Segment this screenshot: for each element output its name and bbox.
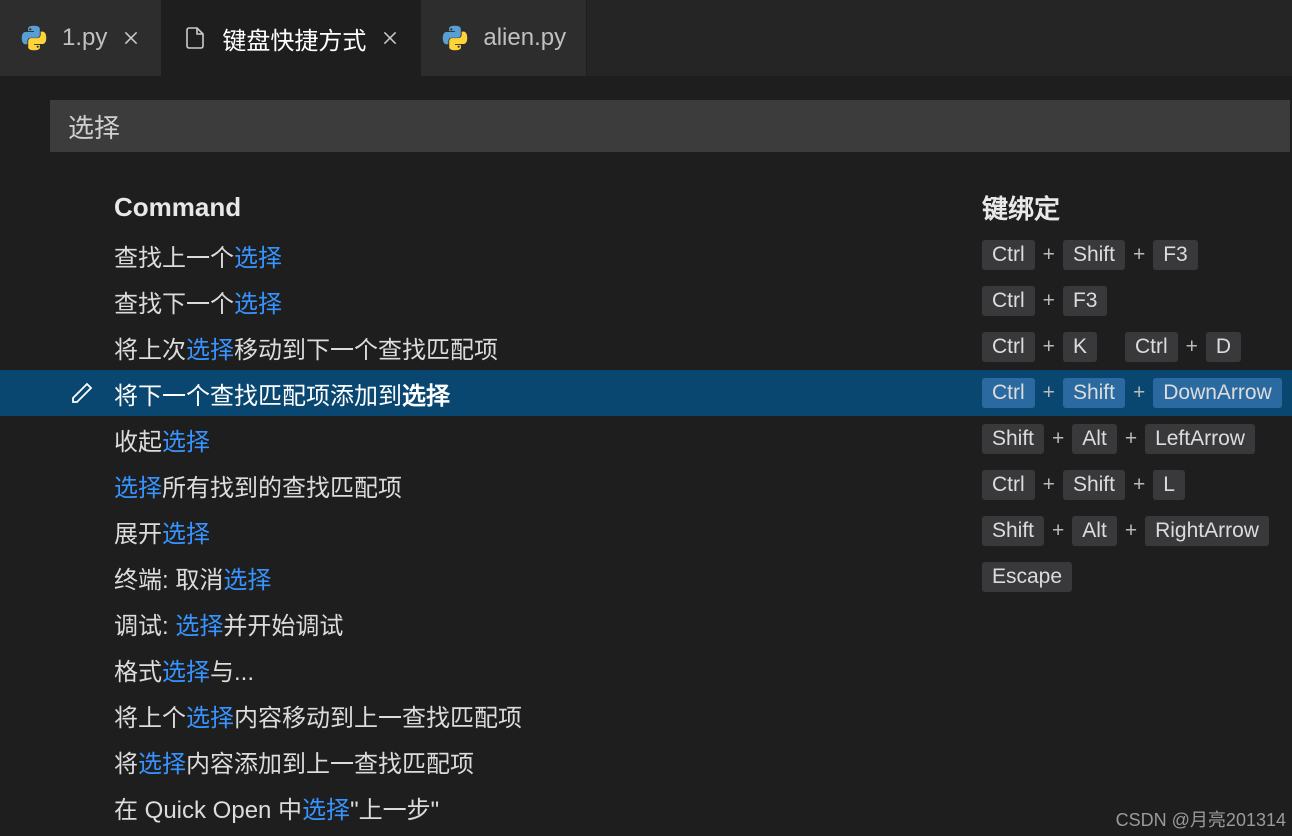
keybinding-search-input[interactable]: 选择 xyxy=(50,100,1290,152)
keybinding-row[interactable]: 终端: 取消选择Escape xyxy=(50,554,1292,600)
key-D: D xyxy=(1206,332,1241,362)
header-command: Command xyxy=(114,192,982,223)
tab-label: 1.py xyxy=(62,24,107,52)
key-F3: F3 xyxy=(1153,240,1198,270)
key-Ctrl: Ctrl xyxy=(982,378,1035,408)
keybinding-row[interactable]: 展开选择Shift+Alt+RightArrow xyxy=(50,508,1292,554)
key-Ctrl: Ctrl xyxy=(982,286,1035,316)
file-icon xyxy=(182,25,208,51)
key-Shift: Shift xyxy=(1063,470,1125,500)
search-container: 选择 xyxy=(0,76,1292,152)
command-label: 调试: 选择并开始调试 xyxy=(114,606,982,641)
command-label: 查找上一个选择 xyxy=(114,238,982,273)
key-L: L xyxy=(1153,470,1185,500)
key-DownArrow: DownArrow xyxy=(1153,378,1282,408)
keybinding-row[interactable]: 在 Quick Open 中选择"上一步" xyxy=(50,784,1292,830)
command-label: 将上次选择移动到下一个查找匹配项 xyxy=(114,330,982,365)
keybinding-row[interactable]: 将上次选择移动到下一个查找匹配项Ctrl+KCtrl+D xyxy=(50,324,1292,370)
command-label: 选择所有找到的查找匹配项 xyxy=(114,468,982,503)
key-Alt: Alt xyxy=(1072,424,1117,454)
python-icon xyxy=(441,24,469,52)
watermark: CSDN @月亮201314 xyxy=(1116,806,1286,832)
edit-icon[interactable] xyxy=(50,381,114,405)
tab-label: 键盘快捷方式 xyxy=(222,21,366,56)
command-label: 收起选择 xyxy=(114,422,982,457)
key-F3: F3 xyxy=(1063,286,1108,316)
keybinding-row[interactable]: 将上个选择内容移动到上一查找匹配项 xyxy=(50,692,1292,738)
key-Ctrl: Ctrl xyxy=(1125,332,1178,362)
tab-键盘快捷方式[interactable]: 键盘快捷方式 xyxy=(162,0,421,76)
command-label: 展开选择 xyxy=(114,514,982,549)
keybinding-cell: Ctrl+Shift+DownArrow xyxy=(982,378,1292,408)
key-Ctrl: Ctrl xyxy=(982,470,1035,500)
key-Shift: Shift xyxy=(1063,240,1125,270)
key-Shift: Shift xyxy=(982,516,1044,546)
tab-1.py[interactable]: 1.py xyxy=(0,0,162,76)
keybinding-cell: Escape xyxy=(982,562,1292,592)
keybinding-row[interactable]: 格式选择与... xyxy=(50,646,1292,692)
key-Shift: Shift xyxy=(982,424,1044,454)
key-LeftArrow: LeftArrow xyxy=(1145,424,1255,454)
command-label: 将选择内容添加到上一查找匹配项 xyxy=(114,744,982,779)
keybinding-cell: Shift+Alt+RightArrow xyxy=(982,516,1292,546)
keybinding-row[interactable]: 调试: 选择并开始调试 xyxy=(50,600,1292,646)
command-label: 将上个选择内容移动到上一查找匹配项 xyxy=(114,698,982,733)
tab-alien.py[interactable]: alien.py xyxy=(421,0,587,76)
key-Ctrl: Ctrl xyxy=(982,240,1035,270)
keybinding-row[interactable]: 查找下一个选择Ctrl+F3 xyxy=(50,278,1292,324)
command-label: 格式选择与... xyxy=(114,652,982,687)
header-keybinding: 键绑定 xyxy=(982,189,1292,226)
command-label: 将下一个查找匹配项添加到选择 xyxy=(114,376,982,411)
keybinding-cell: Shift+Alt+LeftArrow xyxy=(982,424,1292,454)
keybinding-table: Command 键绑定 查找上一个选择Ctrl+Shift+F3查找下一个选择C… xyxy=(0,152,1292,830)
keybinding-row[interactable]: 查找上一个选择Ctrl+Shift+F3 xyxy=(50,232,1292,278)
keybinding-row[interactable]: 将选择内容添加到上一查找匹配项 xyxy=(50,738,1292,784)
python-icon xyxy=(20,24,48,52)
key-Escape: Escape xyxy=(982,562,1072,592)
command-label: 终端: 取消选择 xyxy=(114,560,982,595)
close-icon[interactable] xyxy=(380,28,400,48)
table-header: Command 键绑定 xyxy=(50,182,1292,232)
keybinding-cell: Ctrl+KCtrl+D xyxy=(982,332,1292,362)
keybinding-row[interactable]: 选择所有找到的查找匹配项Ctrl+Shift+L xyxy=(50,462,1292,508)
keybinding-row[interactable]: 收起选择Shift+Alt+LeftArrow xyxy=(50,416,1292,462)
command-label: 在 Quick Open 中选择"上一步" xyxy=(114,790,982,825)
close-icon[interactable] xyxy=(121,28,141,48)
key-RightArrow: RightArrow xyxy=(1145,516,1269,546)
key-Ctrl: Ctrl xyxy=(982,332,1035,362)
command-label: 查找下一个选择 xyxy=(114,284,982,319)
keybinding-cell: Ctrl+Shift+F3 xyxy=(982,240,1292,270)
key-Alt: Alt xyxy=(1072,516,1117,546)
editor-tabs: 1.py 键盘快捷方式 alien.py xyxy=(0,0,1292,76)
key-Shift: Shift xyxy=(1063,378,1125,408)
keybinding-cell: Ctrl+F3 xyxy=(982,286,1292,316)
tab-label: alien.py xyxy=(483,24,566,52)
keybinding-row[interactable]: 将下一个查找匹配项添加到选择Ctrl+Shift+DownArrow xyxy=(0,370,1292,416)
key-K: K xyxy=(1063,332,1097,362)
keybinding-cell: Ctrl+Shift+L xyxy=(982,470,1292,500)
